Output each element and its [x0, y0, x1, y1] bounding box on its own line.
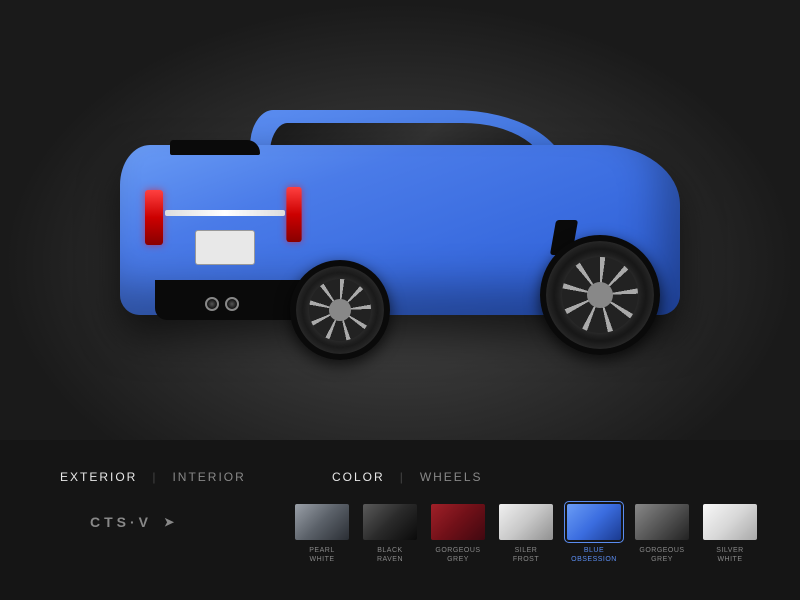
swatch-preview	[635, 504, 689, 540]
license-plate	[195, 230, 255, 265]
color-swatch-3[interactable]: SILERFROST	[496, 504, 556, 564]
taillight-right	[286, 187, 301, 242]
car-viewer[interactable]	[0, 0, 800, 440]
color-swatch-0[interactable]: PEARLWHITE	[292, 504, 352, 564]
taillight-left	[145, 190, 163, 245]
tab-interior[interactable]: INTERIOR	[172, 470, 245, 484]
view-tabs: EXTERIOR | INTERIOR	[60, 470, 292, 484]
wheel-rear	[290, 260, 390, 360]
swatch-label: SILERFROST	[513, 546, 539, 564]
tab-wheels[interactable]: WHEELS	[420, 470, 483, 484]
exhaust-tip	[205, 297, 219, 311]
swatch-label: BLUEOBSESSION	[571, 546, 617, 564]
color-swatch-6[interactable]: SILVERWHITE	[700, 504, 760, 564]
swatch-label: PEARLWHITE	[309, 546, 334, 564]
swatch-preview	[567, 504, 621, 540]
model-name: CTS·V	[90, 514, 152, 530]
configurator-panel: EXTERIOR | INTERIOR CTS·V ➤ COLOR | WHEE…	[0, 440, 800, 600]
color-swatches: PEARLWHITE BLACKRAVEN GORGEOUSGREY SILERFRO…	[292, 504, 760, 564]
view-controls: EXTERIOR | INTERIOR CTS·V ➤	[60, 470, 292, 530]
color-swatch-5[interactable]: GORGEOUSGREY	[632, 504, 692, 564]
swatch-preview	[499, 504, 553, 540]
tab-exterior[interactable]: EXTERIOR	[60, 470, 137, 484]
swatch-preview	[363, 504, 417, 540]
exhaust-tip	[225, 297, 239, 311]
option-tabs: COLOR | WHEELS	[332, 470, 760, 484]
color-swatch-4[interactable]: BLUEOBSESSION	[564, 504, 624, 564]
swatch-label: SILVERWHITE	[716, 546, 743, 564]
trunk-trim	[165, 210, 285, 216]
car-model	[110, 105, 690, 365]
wheel-front	[540, 235, 660, 355]
option-controls: COLOR | WHEELS PEARLWHITE BLACKRAVEN GORGE…	[292, 470, 760, 564]
swatch-label: GORGEOUSGREY	[639, 546, 684, 564]
arrow-right-icon: ➤	[164, 515, 178, 529]
model-selector[interactable]: CTS·V ➤	[90, 514, 292, 530]
color-swatch-1[interactable]: BLACKRAVEN	[360, 504, 420, 564]
divider-icon: |	[152, 470, 157, 484]
swatch-preview	[703, 504, 757, 540]
divider-icon: |	[400, 470, 405, 484]
color-swatch-2[interactable]: GORGEOUSGREY	[428, 504, 488, 564]
tab-color[interactable]: COLOR	[332, 470, 385, 484]
swatch-label: GORGEOUSGREY	[435, 546, 480, 564]
swatch-preview	[431, 504, 485, 540]
swatch-label: BLACKRAVEN	[377, 546, 403, 564]
car-spoiler	[170, 140, 260, 155]
swatch-preview	[295, 504, 349, 540]
